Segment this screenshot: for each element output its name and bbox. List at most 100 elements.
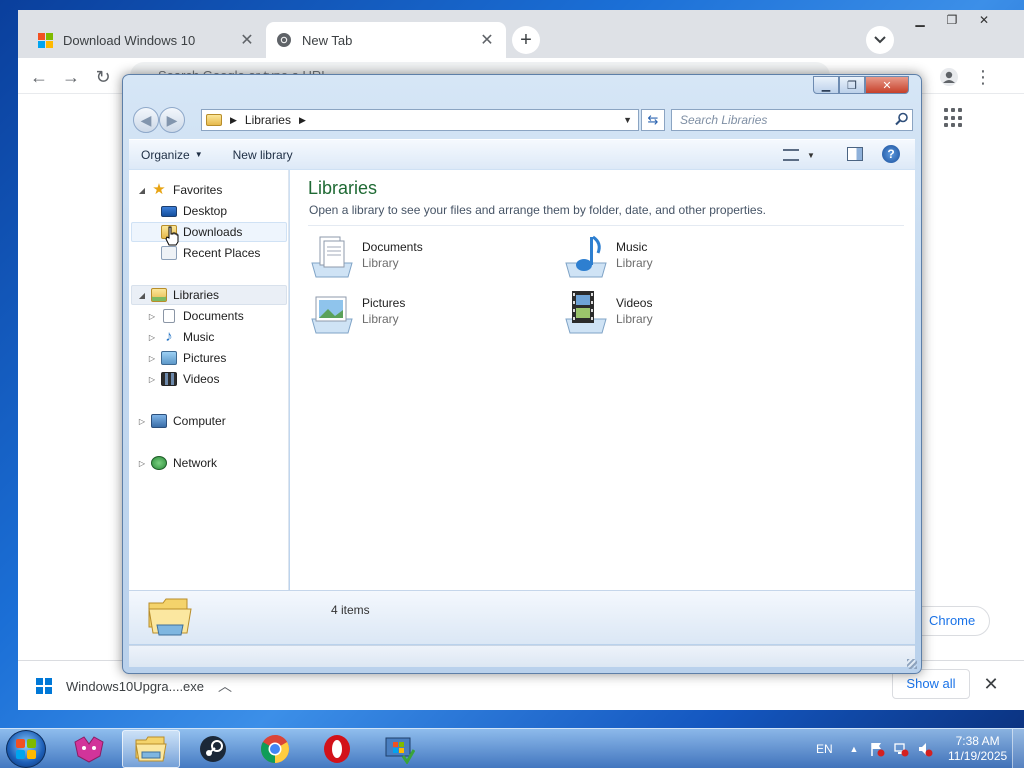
breadcrumb-arrow-icon[interactable]: ▶ (299, 115, 306, 126)
desktop-icon (161, 205, 177, 217)
profile-icon[interactable] (936, 64, 962, 90)
new-tab-button[interactable]: + (512, 26, 540, 54)
tree-label: Documents (183, 309, 244, 323)
navigation-pane: ◢ ★ Favorites Desktop Downloads Recent P… (129, 170, 289, 590)
search-input[interactable]: Search Libraries (671, 109, 913, 131)
close-tab-icon[interactable]: ✕ (238, 31, 256, 49)
refresh-icon[interactable]: ⇆ (641, 109, 665, 131)
content-pane: Libraries Open a library to see your fil… (290, 170, 915, 590)
tree-item-libraries[interactable]: ◢ Libraries (137, 285, 219, 305)
change-view-button[interactable]: ▼ (783, 147, 823, 163)
language-indicator[interactable]: EN (816, 742, 846, 756)
volume-muted-icon[interactable] (916, 741, 934, 757)
tree-item-documents[interactable]: ▷ Documents (147, 306, 244, 326)
library-item-videos[interactable]: Videos Library (562, 289, 782, 337)
expand-arrow-icon[interactable]: ▷ (147, 333, 157, 342)
show-hidden-icons-icon[interactable]: ▲ (846, 744, 862, 754)
help-icon[interactable]: ? (882, 145, 900, 163)
resize-grip[interactable] (907, 659, 917, 669)
chrome-tab-strip: Download Windows 10 ✕ New Tab ✕ + ▁ ❐ ✕ (18, 10, 1024, 58)
address-bar[interactable]: ▶ Libraries ▶ ▼ (201, 109, 639, 131)
clock[interactable]: 7:38 AM 11/19/2025 (948, 734, 1007, 764)
library-type: Library (362, 256, 399, 270)
expand-arrow-icon[interactable]: ▷ (147, 354, 157, 363)
windows-logo-icon (38, 32, 53, 48)
chrome-menu-icon[interactable]: ⋮ (970, 64, 996, 90)
videos-icon (161, 372, 177, 386)
collapse-arrow-icon[interactable]: ◢ (137, 186, 147, 195)
minimize-button[interactable]: ▁ (904, 10, 936, 30)
close-button[interactable]: ✕ (865, 76, 909, 94)
tree-label: Favorites (173, 183, 223, 197)
back-button[interactable]: ◀ (133, 107, 159, 133)
taskbar-opera[interactable] (308, 730, 366, 768)
library-item-pictures[interactable]: Pictures Library (308, 289, 528, 337)
library-type: Library (616, 312, 653, 326)
maximize-button[interactable]: ❐ (839, 76, 865, 94)
tab-new-tab[interactable]: New Tab ✕ (266, 22, 506, 58)
libraries-folder-icon (148, 598, 192, 636)
pictures-icon (161, 351, 177, 365)
breadcrumb-arrow-icon[interactable]: ▶ (230, 115, 237, 126)
download-item[interactable]: Windows10Upgra....exe ︿ (30, 671, 250, 701)
tab-search-button[interactable] (866, 26, 894, 54)
tree-item-computer[interactable]: ▷ Computer (137, 411, 226, 431)
dropdown-arrow-icon[interactable]: ▼ (623, 115, 632, 125)
taskbar-chrome[interactable] (246, 730, 304, 768)
chrome-icon (261, 735, 289, 763)
maximize-button[interactable]: ❐ (936, 10, 968, 30)
taskbar-file-explorer[interactable] (122, 730, 180, 768)
expand-arrow-icon[interactable]: ▷ (137, 459, 147, 468)
reload-icon[interactable]: ↻ (90, 64, 116, 90)
tree-item-favorites[interactable]: ◢ ★ Favorites (137, 180, 222, 200)
libraries-folder-icon (206, 114, 222, 126)
forward-icon[interactable]: → (58, 64, 84, 90)
tree-item-music[interactable]: ▷ ♪ Music (147, 327, 214, 347)
tree-item-desktop[interactable]: Desktop (161, 201, 227, 221)
expand-arrow-icon[interactable]: ▷ (147, 375, 157, 384)
new-library-button[interactable]: New library (233, 148, 293, 162)
paint-app-icon (74, 736, 104, 763)
preview-pane-icon[interactable] (847, 147, 863, 161)
close-button[interactable]: ✕ (968, 10, 1000, 30)
tree-item-network[interactable]: ▷ Network (137, 453, 217, 473)
breadcrumb-libraries[interactable]: Libraries (245, 113, 291, 127)
google-apps-icon[interactable] (944, 108, 964, 128)
taskbar-paint-app[interactable] (60, 730, 118, 768)
tree-item-recent-places[interactable]: Recent Places (161, 243, 260, 263)
content-title: Libraries (308, 178, 378, 198)
taskbar-windows-update[interactable] (370, 730, 428, 768)
start-button[interactable] (6, 730, 46, 768)
chrome-window-controls: ▁ ❐ ✕ (904, 10, 1020, 30)
tree-item-videos[interactable]: ▷ Videos (147, 369, 219, 389)
tab-download-windows-10[interactable]: Download Windows 10 ✕ (28, 22, 266, 58)
chevron-up-icon[interactable]: ︿ (218, 676, 232, 696)
library-item-documents[interactable]: Documents Library (308, 233, 528, 281)
opera-icon (324, 735, 350, 763)
tab-title: Download Windows 10 (63, 32, 196, 48)
dropdown-arrow-icon: ▼ (807, 150, 815, 160)
explorer-window-controls: ▁ ❐ ✕ (813, 76, 917, 96)
collapse-arrow-icon[interactable]: ◢ (137, 291, 147, 300)
expand-arrow-icon[interactable]: ▷ (147, 312, 157, 321)
back-icon[interactable]: ← (26, 64, 52, 90)
expand-arrow-icon[interactable]: ▷ (137, 417, 147, 426)
tree-item-pictures[interactable]: ▷ Pictures (147, 348, 226, 368)
close-tab-icon[interactable]: ✕ (478, 31, 496, 49)
show-desktop-button[interactable] (1012, 729, 1024, 768)
library-item-music[interactable]: Music Library (562, 233, 782, 281)
item-count: 4 items (331, 603, 370, 617)
network-status-icon[interactable] (892, 741, 910, 757)
system-tray: EN ▲ 7:38 AM 11/19/2025 (810, 729, 1024, 768)
music-library-icon (565, 235, 607, 278)
taskbar-steam[interactable] (184, 730, 242, 768)
organize-button[interactable]: Organize ▼ (141, 148, 203, 162)
search-icon[interactable] (895, 112, 911, 128)
forward-button[interactable]: ▶ (159, 107, 185, 133)
close-icon[interactable]: ✕ (978, 671, 1004, 697)
action-center-flag-icon[interactable] (868, 741, 886, 757)
minimize-button[interactable]: ▁ (813, 76, 839, 94)
divider (308, 225, 904, 226)
dropdown-arrow-icon: ▼ (194, 150, 203, 159)
star-icon: ★ (152, 181, 166, 198)
